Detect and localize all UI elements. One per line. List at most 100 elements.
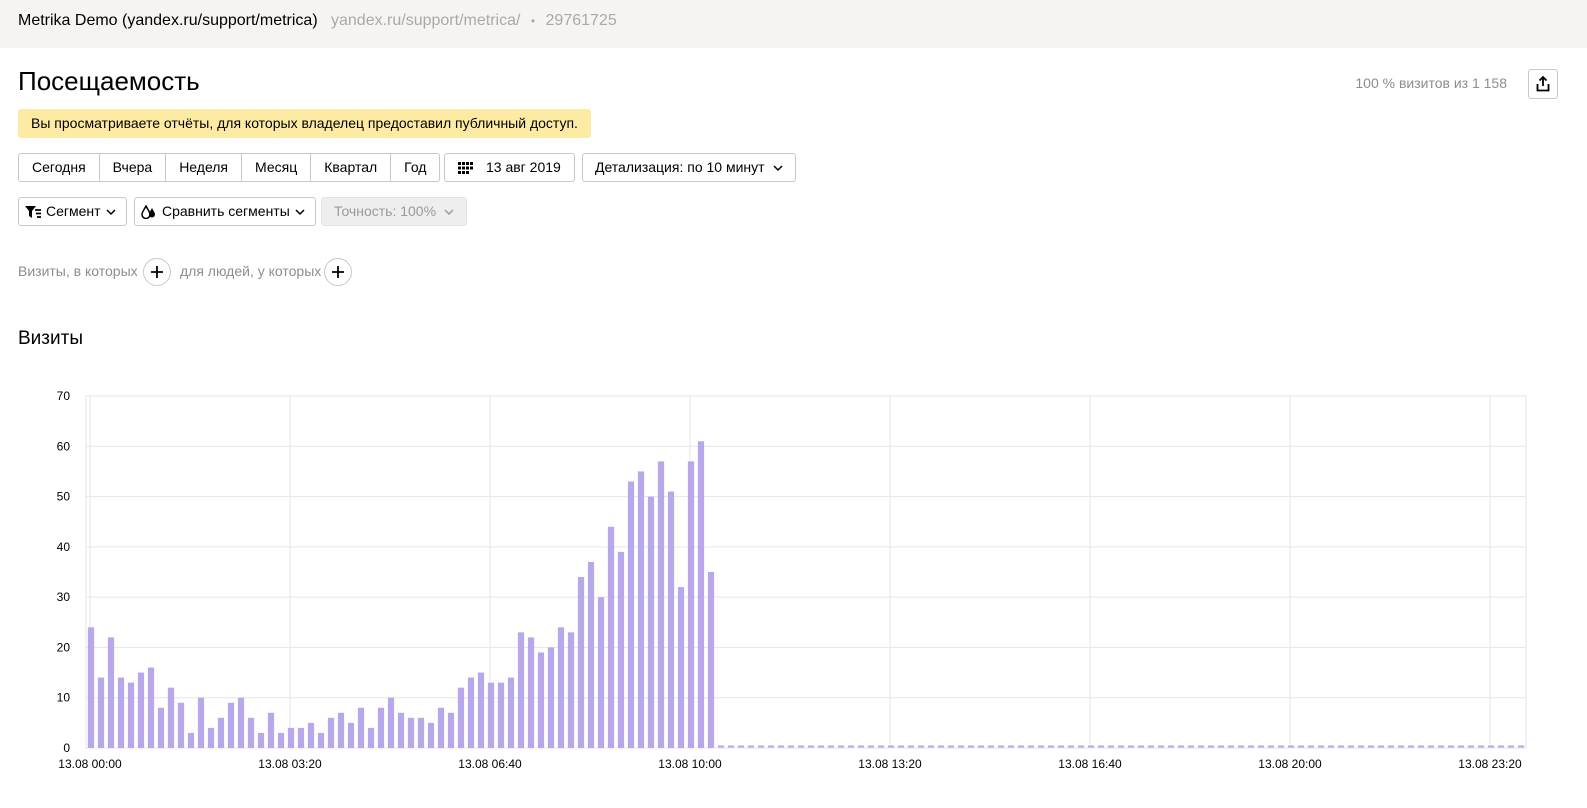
y-tick-label: 60 xyxy=(57,439,71,453)
chart-bar xyxy=(687,461,695,748)
chart-bar xyxy=(1157,745,1165,748)
chart-bar xyxy=(237,697,245,748)
chart-bar xyxy=(1417,745,1425,748)
chart-bar xyxy=(137,672,145,748)
chart-bar xyxy=(1207,745,1215,748)
chart-bar xyxy=(1087,745,1095,748)
page-title: Посещаемость xyxy=(18,66,200,96)
period-selector: Сегодня Вчера Неделя Месяц Квартал Год xyxy=(18,153,441,182)
chart-bar xyxy=(187,732,195,748)
chart-bar xyxy=(937,745,945,748)
segment-dropdown[interactable]: Сегмент xyxy=(18,197,127,226)
date-picker-button[interactable]: 13 авг 2019 xyxy=(444,153,575,182)
chart-bar xyxy=(397,712,405,748)
chart-bar xyxy=(1227,745,1235,748)
chart-bar xyxy=(337,712,345,748)
chart-bar xyxy=(857,745,865,748)
chart-bar xyxy=(167,687,175,748)
x-tick-label: 13.08 10:00 xyxy=(658,757,722,771)
chart-bar xyxy=(87,627,95,748)
accuracy-dropdown[interactable]: Точность: 100% xyxy=(321,197,468,226)
chart-bar xyxy=(907,745,915,748)
x-tick-label: 13.08 20:00 xyxy=(1258,757,1322,771)
chart-bar xyxy=(827,745,835,748)
chart-bar xyxy=(217,717,225,748)
chart-bar xyxy=(1097,745,1105,748)
chart-bar xyxy=(1127,745,1135,748)
period-yesterday-button[interactable]: Вчера xyxy=(100,154,167,181)
compare-segments-label: Сравнить сегменты xyxy=(162,203,290,219)
period-quarter-button[interactable]: Квартал xyxy=(311,154,392,181)
period-month-button[interactable]: Месяц xyxy=(242,154,312,181)
chart-bar xyxy=(1007,745,1015,748)
add-visit-condition-button[interactable] xyxy=(143,258,171,286)
detail-dropdown[interactable]: Детализация: по 10 минут xyxy=(582,153,796,182)
chart-bar xyxy=(1177,745,1185,748)
chart-bar xyxy=(197,697,205,748)
detail-label: Детализация: по 10 минут xyxy=(595,159,765,175)
chart-bar xyxy=(177,702,185,748)
add-people-condition-button[interactable] xyxy=(324,258,352,286)
y-tick-label: 10 xyxy=(57,691,71,705)
chart-bar xyxy=(577,577,585,748)
chart-bar xyxy=(1407,745,1415,748)
chart-bar xyxy=(467,677,475,748)
chart-bar xyxy=(517,632,525,748)
chart-bar xyxy=(287,727,295,748)
visits-condition-label: Визиты, в которых xyxy=(18,263,138,279)
chart-bar xyxy=(1067,745,1075,748)
chart-bar xyxy=(647,496,655,748)
visits-summary: 100 % визитов из 1 158 xyxy=(1355,75,1507,91)
chart-bar xyxy=(97,677,105,748)
counter-id: 29761725 xyxy=(545,12,617,29)
chart-bar xyxy=(1387,745,1395,748)
chart-bar xyxy=(867,745,875,748)
site-name[interactable]: Metrika Demo (yandex.ru/support/metrica) xyxy=(18,12,318,30)
chart-bar xyxy=(617,551,625,748)
chart-bar xyxy=(987,745,995,748)
chart-bar xyxy=(457,687,465,748)
period-week-button[interactable]: Неделя xyxy=(166,154,243,181)
period-today-button[interactable]: Сегодня xyxy=(19,154,100,181)
chart-bar xyxy=(327,717,335,748)
chart-bar xyxy=(697,441,705,748)
x-tick-label: 13.08 13:20 xyxy=(858,757,922,771)
chart-bar xyxy=(777,745,785,748)
chart-bar xyxy=(547,647,555,748)
chart-bar xyxy=(477,672,485,748)
chart-bar xyxy=(527,637,535,748)
share-button[interactable] xyxy=(1528,69,1558,99)
chart-bar xyxy=(1317,745,1325,748)
chart-bar xyxy=(1447,745,1455,748)
compare-segments-dropdown[interactable]: Сравнить сегменты xyxy=(134,197,316,226)
visits-chart: 010203040506070 13.08 00:00 13.08 03:20 13… xyxy=(57,389,1527,771)
calendar-icon xyxy=(458,161,473,174)
plus-icon xyxy=(332,266,344,278)
chart-bar xyxy=(677,587,685,748)
chart-bar xyxy=(1357,745,1365,748)
chart-bar xyxy=(847,745,855,748)
site-url: yandex.ru/support/metrica/ • 29761725 xyxy=(331,12,617,30)
chevron-down-icon xyxy=(106,208,116,215)
chart-bar xyxy=(307,722,315,748)
chevron-down-icon xyxy=(295,208,305,215)
chart-grid xyxy=(85,395,1527,749)
chart-bar xyxy=(807,745,815,748)
chart-bar xyxy=(1397,745,1405,748)
drops-icon xyxy=(141,204,155,219)
chart-bar xyxy=(407,717,415,748)
chart-bar xyxy=(1257,745,1265,748)
chart-bar xyxy=(637,471,645,748)
segment-label: Сегмент xyxy=(46,203,101,219)
chart-bar xyxy=(747,745,755,748)
chart-bar xyxy=(1047,745,1055,748)
period-year-button[interactable]: Год xyxy=(391,154,439,181)
date-label: 13 авг 2019 xyxy=(486,159,561,175)
chart-bar xyxy=(887,745,895,748)
share-icon xyxy=(1536,76,1550,92)
y-tick-label: 20 xyxy=(57,640,71,654)
separator-dot: • xyxy=(530,14,536,28)
chart-bar xyxy=(1327,745,1335,748)
chart-bar xyxy=(207,727,215,748)
chart-bar xyxy=(1337,745,1345,748)
